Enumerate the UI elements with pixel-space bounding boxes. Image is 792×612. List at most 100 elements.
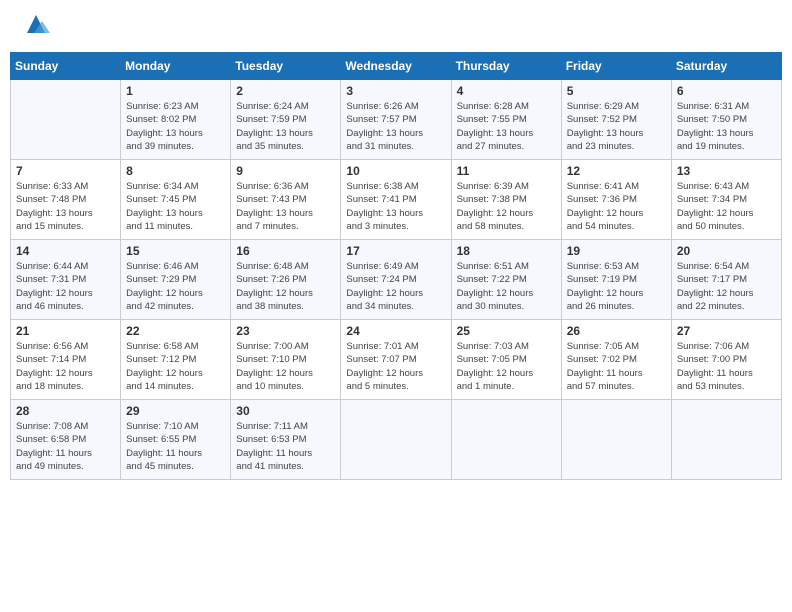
day-cell: 12Sunrise: 6:41 AM Sunset: 7:36 PM Dayli… [561,160,671,240]
day-cell: 13Sunrise: 6:43 AM Sunset: 7:34 PM Dayli… [671,160,781,240]
day-number: 27 [677,324,776,338]
day-info: Sunrise: 6:36 AM Sunset: 7:43 PM Dayligh… [236,180,335,233]
week-row-3: 14 Sunrise: 6:44 AM Sunset: 7:31 PM Dayli… [11,240,782,320]
weekday-header-saturday: Saturday [671,53,781,80]
day-cell [11,80,121,160]
day-info: Sunrise: 7:11 AM Sunset: 6:53 PM Dayligh… [236,420,335,473]
day-number: 28 [16,404,115,418]
day-info: Sunrise: 6:23 AM Sunset: 8:02 PM Dayligh… [126,100,225,153]
day-info: Sunrise: 6:34 AM Sunset: 7:45 PM Dayligh… [126,180,225,233]
day-info: Sunrise: 7:06 AM Sunset: 7:00 PM Dayligh… [677,340,776,393]
weekday-header-wednesday: Wednesday [341,53,451,80]
day-info: Sunrise: 6:48 AM Sunset: 7:26 PM Dayligh… [236,260,335,313]
day-info: Sunrise: 6:29 AM Sunset: 7:52 PM Dayligh… [567,100,666,153]
day-number: 3 [346,84,445,98]
day-info: Sunrise: 6:51 AM Sunset: 7:22 PM Dayligh… [457,260,556,313]
day-cell: 26 Sunrise: 7:05 AM Sunset: 7:02 PM Dayli… [561,320,671,400]
day-number: 23 [236,324,335,338]
day-number: 17 [346,244,445,258]
day-number: 21 [16,324,115,338]
day-cell [451,400,561,480]
day-number: 4 [457,84,556,98]
weekday-header-thursday: Thursday [451,53,561,80]
calendar-body: 1 Sunrise: 6:23 AM Sunset: 8:02 PM Daylig… [11,80,782,480]
day-cell: 23 Sunrise: 7:00 AM Sunset: 7:10 PM Dayli… [231,320,341,400]
day-number: 6 [677,84,776,98]
day-cell: 20 Sunrise: 6:54 AM Sunset: 7:17 PM Dayli… [671,240,781,320]
day-cell: 25Sunrise: 7:03 AM Sunset: 7:05 PM Dayli… [451,320,561,400]
day-number: 11 [457,164,556,178]
logo [20,15,50,39]
day-cell: 2Sunrise: 6:24 AM Sunset: 7:59 PM Daylig… [231,80,341,160]
calendar-table: SundayMondayTuesdayWednesdayThursdayFrid… [10,52,782,480]
day-cell: 14 Sunrise: 6:44 AM Sunset: 7:31 PM Dayli… [11,240,121,320]
day-number: 14 [16,244,115,258]
day-number: 24 [346,324,445,338]
week-row-1: 1 Sunrise: 6:23 AM Sunset: 8:02 PM Daylig… [11,80,782,160]
day-cell [561,400,671,480]
day-info: Sunrise: 6:28 AM Sunset: 7:55 PM Dayligh… [457,100,556,153]
day-cell: 10 Sunrise: 6:38 AM Sunset: 7:41 PM Dayli… [341,160,451,240]
day-cell: 29 Sunrise: 7:10 AM Sunset: 6:55 PM Dayli… [121,400,231,480]
day-info: Sunrise: 6:26 AM Sunset: 7:57 PM Dayligh… [346,100,445,153]
day-cell: 15 Sunrise: 6:46 AM Sunset: 7:29 PM Dayli… [121,240,231,320]
day-cell: 17 Sunrise: 6:49 AM Sunset: 7:24 PM Dayli… [341,240,451,320]
day-cell [671,400,781,480]
weekday-header-friday: Friday [561,53,671,80]
day-info: Sunrise: 6:39 AM Sunset: 7:38 PM Dayligh… [457,180,556,233]
day-number: 18 [457,244,556,258]
day-number: 10 [346,164,445,178]
day-cell: 22 Sunrise: 6:58 AM Sunset: 7:12 PM Dayli… [121,320,231,400]
day-number: 19 [567,244,666,258]
calendar-header: SundayMondayTuesdayWednesdayThursdayFrid… [11,53,782,80]
day-cell: 11 Sunrise: 6:39 AM Sunset: 7:38 PM Dayli… [451,160,561,240]
day-info: Sunrise: 7:01 AM Sunset: 7:07 PM Dayligh… [346,340,445,393]
day-cell: 9 Sunrise: 6:36 AM Sunset: 7:43 PM Daylig… [231,160,341,240]
day-cell: 7Sunrise: 6:33 AM Sunset: 7:48 PM Daylig… [11,160,121,240]
weekday-header-sunday: Sunday [11,53,121,80]
week-row-2: 7Sunrise: 6:33 AM Sunset: 7:48 PM Daylig… [11,160,782,240]
day-cell: 8 Sunrise: 6:34 AM Sunset: 7:45 PM Daylig… [121,160,231,240]
day-number: 8 [126,164,225,178]
day-info: Sunrise: 6:58 AM Sunset: 7:12 PM Dayligh… [126,340,225,393]
day-cell: 18 Sunrise: 6:51 AM Sunset: 7:22 PM Dayli… [451,240,561,320]
day-number: 16 [236,244,335,258]
day-info: Sunrise: 7:05 AM Sunset: 7:02 PM Dayligh… [567,340,666,393]
day-info: Sunrise: 6:53 AM Sunset: 7:19 PM Dayligh… [567,260,666,313]
day-number: 9 [236,164,335,178]
logo-icon [22,11,50,39]
day-number: 30 [236,404,335,418]
day-info: Sunrise: 7:08 AM Sunset: 6:58 PM Dayligh… [16,420,115,473]
weekday-header-monday: Monday [121,53,231,80]
day-cell: 27 Sunrise: 7:06 AM Sunset: 7:00 PM Dayli… [671,320,781,400]
day-info: Sunrise: 6:31 AM Sunset: 7:50 PM Dayligh… [677,100,776,153]
day-number: 26 [567,324,666,338]
day-cell: 1 Sunrise: 6:23 AM Sunset: 8:02 PM Daylig… [121,80,231,160]
day-number: 20 [677,244,776,258]
day-number: 13 [677,164,776,178]
day-cell: 30 Sunrise: 7:11 AM Sunset: 6:53 PM Dayli… [231,400,341,480]
day-cell [341,400,451,480]
day-cell: 24 Sunrise: 7:01 AM Sunset: 7:07 PM Dayli… [341,320,451,400]
day-number: 15 [126,244,225,258]
day-cell: 3 Sunrise: 6:26 AM Sunset: 7:57 PM Daylig… [341,80,451,160]
day-number: 25 [457,324,556,338]
day-number: 22 [126,324,225,338]
day-info: Sunrise: 6:33 AM Sunset: 7:48 PM Dayligh… [16,180,115,233]
day-cell: 5Sunrise: 6:29 AM Sunset: 7:52 PM Daylig… [561,80,671,160]
week-row-5: 28 Sunrise: 7:08 AM Sunset: 6:58 PM Dayli… [11,400,782,480]
day-info: Sunrise: 6:46 AM Sunset: 7:29 PM Dayligh… [126,260,225,313]
day-info: Sunrise: 7:00 AM Sunset: 7:10 PM Dayligh… [236,340,335,393]
day-info: Sunrise: 6:54 AM Sunset: 7:17 PM Dayligh… [677,260,776,313]
day-number: 12 [567,164,666,178]
weekday-row: SundayMondayTuesdayWednesdayThursdayFrid… [11,53,782,80]
day-info: Sunrise: 6:49 AM Sunset: 7:24 PM Dayligh… [346,260,445,313]
day-info: Sunrise: 6:56 AM Sunset: 7:14 PM Dayligh… [16,340,115,393]
day-info: Sunrise: 6:38 AM Sunset: 7:41 PM Dayligh… [346,180,445,233]
day-number: 29 [126,404,225,418]
day-info: Sunrise: 6:44 AM Sunset: 7:31 PM Dayligh… [16,260,115,313]
day-cell: 16 Sunrise: 6:48 AM Sunset: 7:26 PM Dayli… [231,240,341,320]
day-number: 1 [126,84,225,98]
day-cell: 21 Sunrise: 6:56 AM Sunset: 7:14 PM Dayli… [11,320,121,400]
day-info: Sunrise: 7:10 AM Sunset: 6:55 PM Dayligh… [126,420,225,473]
